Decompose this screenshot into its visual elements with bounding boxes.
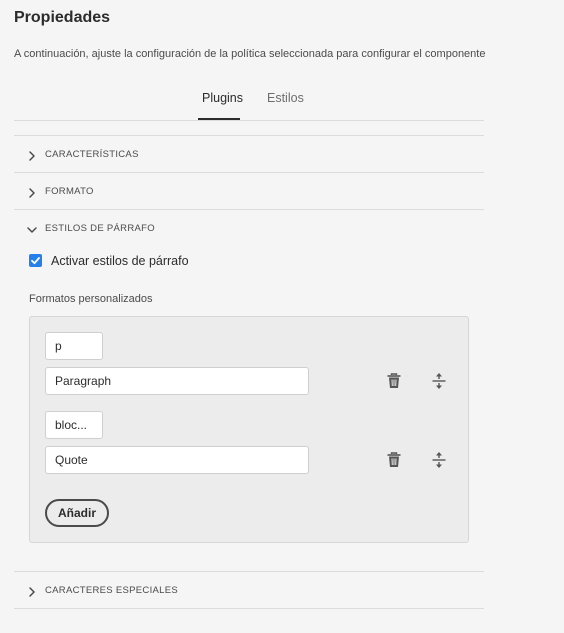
accordion-label: CARACTERÍSTICAS xyxy=(45,149,139,160)
chevron-right-icon xyxy=(29,188,35,198)
page-title: Propiedades xyxy=(14,9,111,26)
accordion-divider xyxy=(14,135,484,136)
accordion-caracteristicas[interactable]: CARACTERÍSTICAS xyxy=(14,137,484,173)
drag-handle-icon[interactable] xyxy=(430,451,448,469)
page-description: A continuación, ajuste la configuración … xyxy=(14,48,486,60)
tab-estilos[interactable]: Estilos xyxy=(267,91,304,105)
accordion-label: FORMATO xyxy=(45,186,94,197)
tab-plugins[interactable]: Plugins xyxy=(202,91,243,105)
accordion-label: CARACTERES ESPECIALES xyxy=(45,585,179,596)
enable-paragraph-styles-label: Activar estilos de párrafo xyxy=(51,254,189,268)
format-description-input[interactable]: Quote xyxy=(45,446,309,474)
format-element-input[interactable]: p xyxy=(45,332,103,360)
tab-active-indicator xyxy=(198,118,240,120)
chevron-down-icon xyxy=(27,227,37,233)
accordion-estilos-parrafo[interactable]: ESTILOS DE PÁRRAFO xyxy=(14,211,484,247)
trash-icon[interactable] xyxy=(385,372,403,390)
checkmark-icon xyxy=(31,257,40,265)
format-description-input[interactable]: Paragraph xyxy=(45,367,309,395)
enable-paragraph-styles-checkbox[interactable] xyxy=(29,254,42,267)
accordion-caracteres-especiales[interactable]: CARACTERES ESPECIALES xyxy=(14,573,484,609)
accordion-divider xyxy=(14,172,484,173)
tab-bar: Plugins Estilos xyxy=(14,84,484,121)
add-format-button[interactable]: Añadir xyxy=(45,499,109,527)
accordion-formato[interactable]: FORMATO xyxy=(14,174,484,210)
accordion-divider xyxy=(14,571,484,572)
accordion-label: ESTILOS DE PÁRRAFO xyxy=(45,223,155,234)
format-element-input[interactable]: bloc... xyxy=(45,411,103,439)
trash-icon[interactable] xyxy=(385,451,403,469)
accordion-divider xyxy=(14,608,484,609)
accordion-divider xyxy=(14,209,484,210)
custom-formats-label: Formatos personalizados xyxy=(29,293,153,305)
chevron-right-icon xyxy=(29,587,35,597)
drag-handle-icon[interactable] xyxy=(430,372,448,390)
chevron-right-icon xyxy=(29,151,35,161)
